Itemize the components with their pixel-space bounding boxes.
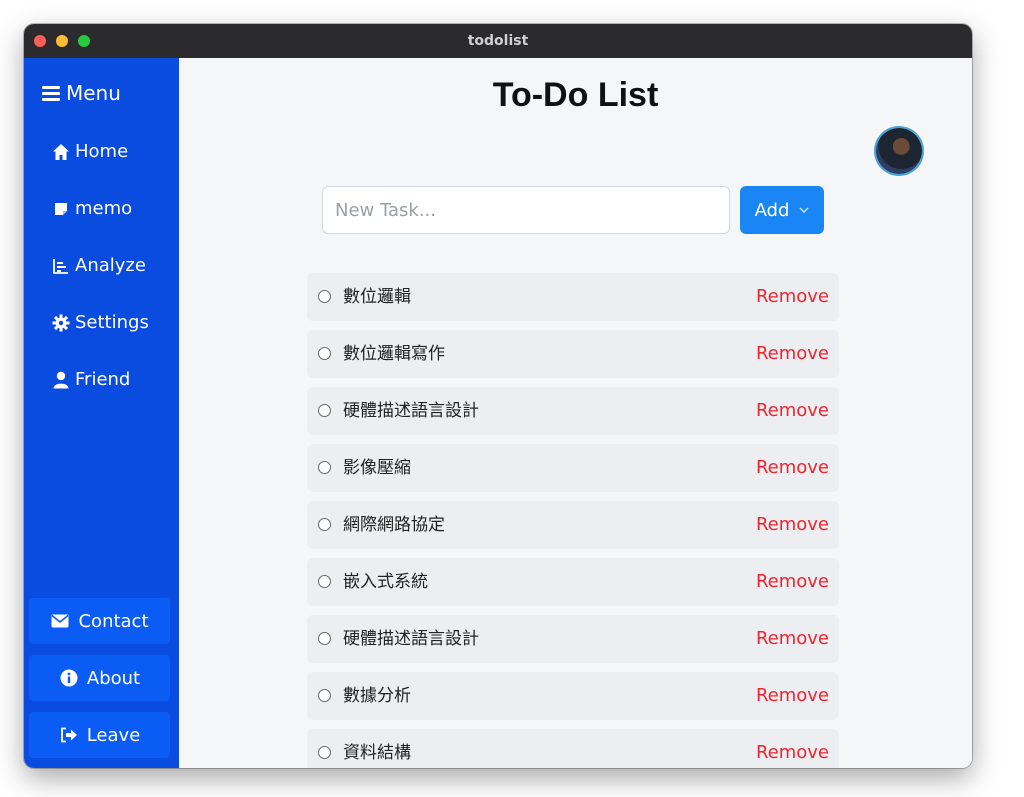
task-checkbox[interactable] bbox=[318, 575, 331, 588]
task-text: 硬體描述語言設計 bbox=[343, 629, 479, 649]
task-checkbox[interactable] bbox=[318, 347, 331, 360]
remove-button[interactable]: Remove bbox=[756, 672, 829, 720]
page-title: To-Do List bbox=[492, 76, 659, 114]
remove-button[interactable]: Remove bbox=[756, 444, 829, 492]
todo-item: 網際網路協定 Remove bbox=[307, 501, 839, 549]
memo-icon bbox=[51, 199, 71, 219]
task-checkbox[interactable] bbox=[318, 518, 331, 531]
title-bar[interactable]: todolist bbox=[24, 24, 972, 58]
sign-out-icon bbox=[59, 725, 79, 745]
remove-button[interactable]: Remove bbox=[756, 501, 829, 549]
sidebar-item-label: Settings bbox=[75, 312, 149, 333]
task-text: 影像壓縮 bbox=[343, 458, 411, 478]
todo-item: 硬體描述語言設計 Remove bbox=[307, 387, 839, 435]
task-checkbox[interactable] bbox=[318, 632, 331, 645]
todo-item: 硬體描述語言設計 Remove bbox=[307, 615, 839, 663]
menu-toggle[interactable]: Menu bbox=[42, 78, 121, 108]
sidebar-item-settings[interactable]: Settings bbox=[51, 309, 149, 337]
leave-button[interactable]: Leave bbox=[29, 712, 170, 758]
sidebar-item-memo[interactable]: memo bbox=[51, 195, 132, 223]
sidebar-item-friend[interactable]: Friend bbox=[51, 366, 130, 394]
task-checkbox[interactable] bbox=[318, 461, 331, 474]
hamburger-icon bbox=[42, 86, 60, 101]
task-text: 數據分析 bbox=[343, 686, 411, 706]
task-checkbox[interactable] bbox=[318, 746, 331, 759]
sidebar-item-analyze[interactable]: Analyze bbox=[51, 252, 146, 280]
todo-list: 數位邏輯 Remove 數位邏輯寫作 Remove 硬體描述語言設計 Remov… bbox=[307, 273, 839, 768]
remove-button[interactable]: Remove bbox=[756, 273, 829, 321]
contact-button[interactable]: Contact bbox=[29, 598, 170, 644]
todo-item: 數位邏輯寫作 Remove bbox=[307, 330, 839, 378]
user-icon bbox=[51, 370, 71, 390]
menu-label: Menu bbox=[66, 81, 121, 105]
main-content: To-Do List Add 數位邏輯 Remove 數位邏輯寫作 Remove… bbox=[179, 58, 972, 768]
sidebar-item-label: Home bbox=[75, 141, 129, 162]
sidebar-item-home[interactable]: Home bbox=[51, 138, 128, 166]
task-text: 資料結構 bbox=[343, 743, 411, 763]
todo-item: 嵌入式系統 Remove bbox=[307, 558, 839, 606]
task-checkbox[interactable] bbox=[318, 689, 331, 702]
about-button[interactable]: About bbox=[29, 655, 170, 701]
remove-button[interactable]: Remove bbox=[756, 615, 829, 663]
task-checkbox[interactable] bbox=[318, 290, 331, 303]
task-text: 網際網路協定 bbox=[343, 515, 445, 535]
todo-item: 數據分析 Remove bbox=[307, 672, 839, 720]
sidebar-item-label: Analyze bbox=[75, 255, 146, 276]
sidebar-item-label: Friend bbox=[75, 369, 131, 390]
contact-label: Contact bbox=[78, 610, 149, 632]
sidebar: Menu Home memo Analyze Settings Friend C… bbox=[24, 58, 179, 768]
task-text: 硬體描述語言設計 bbox=[343, 401, 479, 421]
new-task-input[interactable] bbox=[322, 186, 730, 234]
remove-button[interactable]: Remove bbox=[756, 387, 829, 435]
chart-icon bbox=[51, 256, 71, 276]
add-label: Add bbox=[754, 199, 790, 221]
remove-button[interactable]: Remove bbox=[756, 729, 829, 768]
info-icon bbox=[59, 668, 79, 688]
todo-item: 數位邏輯 Remove bbox=[307, 273, 839, 321]
avatar[interactable] bbox=[876, 128, 922, 174]
task-checkbox[interactable] bbox=[318, 404, 331, 417]
envelope-icon bbox=[50, 611, 70, 631]
app-window: todolist Menu Home memo Analyze Settings… bbox=[24, 24, 972, 768]
leave-label: Leave bbox=[86, 724, 141, 746]
gear-icon bbox=[51, 313, 71, 333]
about-label: About bbox=[86, 667, 141, 689]
add-button[interactable]: Add bbox=[740, 186, 824, 234]
sidebar-item-label: memo bbox=[75, 198, 133, 219]
home-icon bbox=[51, 142, 71, 162]
remove-button[interactable]: Remove bbox=[756, 330, 829, 378]
task-text: 數位邏輯寫作 bbox=[343, 344, 445, 364]
chevron-down-icon bbox=[799, 207, 809, 213]
todo-item: 資料結構 Remove bbox=[307, 729, 839, 768]
task-text: 嵌入式系統 bbox=[343, 572, 428, 592]
remove-button[interactable]: Remove bbox=[756, 558, 829, 606]
window-title: todolist bbox=[467, 33, 529, 49]
todo-item: 影像壓縮 Remove bbox=[307, 444, 839, 492]
task-text: 數位邏輯 bbox=[343, 287, 411, 307]
